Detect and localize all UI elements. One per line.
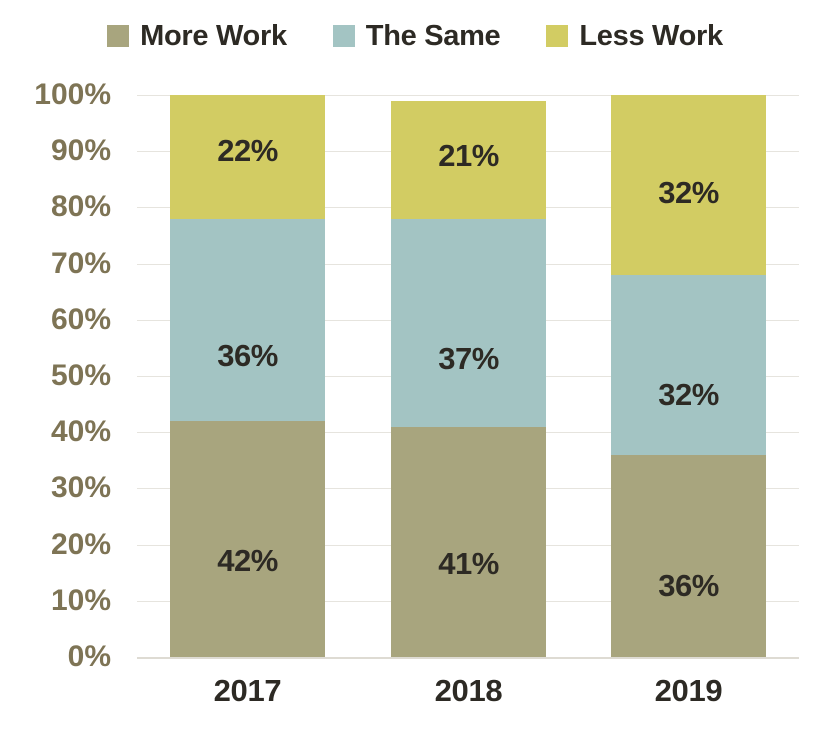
legend-label-less-work: Less Work [579,19,723,52]
bars-layer: 22% 36% 42% 21% 37% 41% 32% 32% 36% [137,95,799,657]
x-axis-tick-2018: 2018 [434,673,503,708]
gridline-0 [137,657,799,659]
data-label-2019-the-same: 32% [658,377,719,413]
y-axis-tick-100: 100% [34,78,111,111]
y-axis-tick-20: 20% [50,527,111,561]
bar-segment-2017-the-same[interactable]: 36% [170,218,325,421]
y-axis-tick-0: 0% [67,640,111,673]
stacked-bar-chart: More Work The Same Less Work 100% 90% 80% 7… [0,0,830,736]
bar-segment-2019-the-same[interactable]: 32% [611,274,766,455]
bar-segment-2018-the-same[interactable]: 37% [391,218,546,427]
y-axis-tick-60: 60% [50,302,111,336]
y-axis-tick-80: 80% [50,190,111,224]
data-label-2019-less-work: 32% [658,175,719,211]
x-axis-tick-2019: 2019 [654,673,723,708]
legend-item-the-same[interactable]: The Same [332,19,501,52]
data-label-2018-less-work: 21% [438,138,499,174]
bar-group-2019[interactable]: 32% 32% 36% [611,95,766,657]
data-label-2017-more-work: 42% [217,543,278,579]
bar-segment-2018-more-work[interactable]: 41% [391,426,546,657]
data-label-2018-the-same: 37% [438,341,499,377]
legend-label-more-work: More Work [140,19,287,52]
legend-swatch-the-same-icon [332,25,355,47]
x-axis-tick-2017: 2017 [213,673,282,708]
legend-swatch-more-work-icon [107,25,130,47]
chart-legend: More Work The Same Less Work [0,8,830,64]
bar-segment-2017-less-work[interactable]: 22% [170,95,325,219]
bar-group-2017[interactable]: 22% 36% 42% [170,95,325,657]
y-axis-tick-50: 50% [50,359,111,392]
y-axis-tick-90: 90% [50,134,111,168]
bar-segment-2017-more-work[interactable]: 42% [170,420,325,657]
legend-label-the-same: The Same [365,19,501,52]
x-axis: 2017 2018 2019 [137,667,799,727]
bar-segment-2018-less-work[interactable]: 21% [391,100,546,219]
data-label-2019-more-work: 36% [658,568,719,604]
bar-segment-2019-less-work[interactable]: 32% [611,95,766,275]
legend-swatch-less-work-icon [546,25,569,47]
y-axis: 100% 90% 80% 70% 60% 50% 40% 30% 20% 10% 0% [0,80,125,672]
y-axis-tick-10: 10% [50,583,111,617]
data-label-2017-the-same: 36% [217,338,278,374]
data-label-2017-less-work: 22% [217,133,278,169]
bar-group-2018[interactable]: 21% 37% 41% [391,100,546,657]
legend-item-less-work[interactable]: Less Work [546,19,723,52]
data-label-2018-more-work: 41% [438,546,499,582]
y-axis-tick-70: 70% [50,246,111,280]
bar-segment-2019-more-work[interactable]: 36% [611,454,766,657]
y-axis-tick-40: 40% [50,415,111,449]
legend-item-more-work[interactable]: More Work [107,19,287,52]
y-axis-tick-30: 30% [50,471,111,505]
